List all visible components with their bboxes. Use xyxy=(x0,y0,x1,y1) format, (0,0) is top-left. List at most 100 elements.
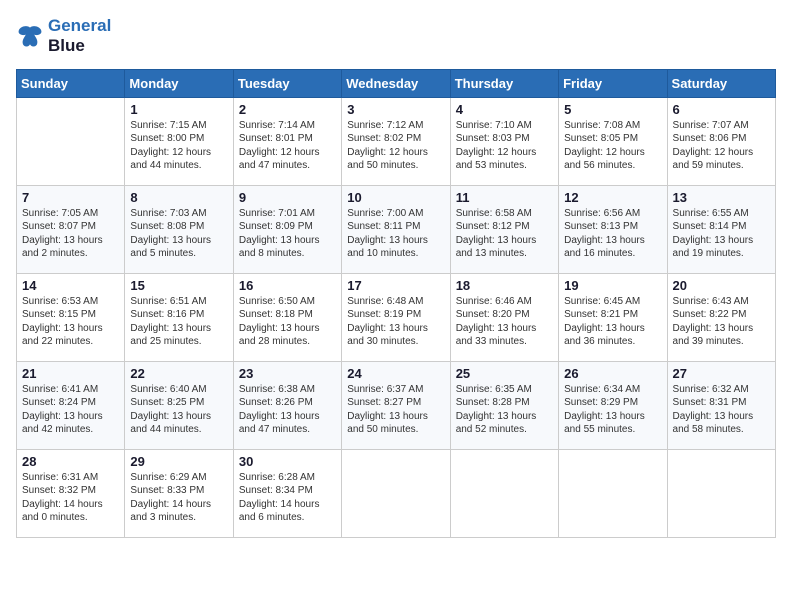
day-number: 7 xyxy=(22,190,119,205)
calendar-cell: 6Sunrise: 7:07 AMSunset: 8:06 PMDaylight… xyxy=(667,97,775,185)
day-info: Sunrise: 6:34 AMSunset: 8:29 PMDaylight:… xyxy=(564,383,661,437)
day-number: 17 xyxy=(347,278,444,293)
calendar-cell: 7 Sunrise: 7:05 AMSunset: 8:07 PMDaylight… xyxy=(17,185,125,273)
calendar-cell: 23 Sunrise: 6:38 AMSunset: 8:26 PMDayligh… xyxy=(233,361,341,449)
calendar-cell xyxy=(450,449,558,537)
calendar-cell: 30 Sunrise: 6:28 AMSunset: 8:34 PMDayligh… xyxy=(233,449,341,537)
calendar-cell xyxy=(559,449,667,537)
calendar-cell: 1 Sunrise: 7:15 AMSunset: 8:00 PMDaylight… xyxy=(125,97,233,185)
calendar-cell: 10 Sunrise: 7:00 AMSunset: 8:11 PMDayligh… xyxy=(342,185,450,273)
day-info: Sunrise: 7:05 AMSunset: 8:07 PMDaylight:… xyxy=(22,207,119,261)
calendar-cell: 24Sunrise: 6:37 AMSunset: 8:27 PMDayligh… xyxy=(342,361,450,449)
day-info: Sunrise: 7:08 AMSunset: 8:05 PMDaylight:… xyxy=(564,119,661,173)
day-info: Sunrise: 6:53 AMSunset: 8:15 PMDaylight:… xyxy=(22,295,119,349)
day-info: Sunrise: 6:48 AMSunset: 8:19 PMDaylight:… xyxy=(347,295,444,349)
day-info: Sunrise: 6:40 AMSunset: 8:25 PMDaylight:… xyxy=(130,383,227,437)
day-number: 13 xyxy=(673,190,770,205)
day-info: Sunrise: 6:46 AMSunset: 8:20 PMDaylight:… xyxy=(456,295,553,349)
calendar-week-row: 14 Sunrise: 6:53 AMSunset: 8:15 PMDayligh… xyxy=(17,273,776,361)
day-number: 23 xyxy=(239,366,336,381)
calendar-cell: 22Sunrise: 6:40 AMSunset: 8:25 PMDayligh… xyxy=(125,361,233,449)
day-info: Sunrise: 7:03 AMSunset: 8:08 PMDaylight:… xyxy=(130,207,227,261)
day-number: 26 xyxy=(564,366,661,381)
logo-blue: Blue xyxy=(48,36,111,56)
col-header-sunday: Sunday xyxy=(17,69,125,97)
col-header-wednesday: Wednesday xyxy=(342,69,450,97)
day-number: 21 xyxy=(22,366,119,381)
day-number: 6 xyxy=(673,102,770,117)
calendar-cell: 4Sunrise: 7:10 AMSunset: 8:03 PMDaylight… xyxy=(450,97,558,185)
calendar-cell: 9 Sunrise: 7:01 AMSunset: 8:09 PMDaylight… xyxy=(233,185,341,273)
calendar-cell xyxy=(17,97,125,185)
day-info: Sunrise: 6:41 AMSunset: 8:24 PMDaylight:… xyxy=(22,383,119,437)
calendar-cell: 14 Sunrise: 6:53 AMSunset: 8:15 PMDayligh… xyxy=(17,273,125,361)
calendar-header-row: SundayMondayTuesdayWednesdayThursdayFrid… xyxy=(17,69,776,97)
day-number: 12 xyxy=(564,190,661,205)
calendar-cell: 18 Sunrise: 6:46 AMSunset: 8:20 PMDayligh… xyxy=(450,273,558,361)
day-number: 25 xyxy=(456,366,553,381)
day-info: Sunrise: 7:01 AMSunset: 8:09 PMDaylight:… xyxy=(239,207,336,261)
day-number: 20 xyxy=(673,278,770,293)
day-info: Sunrise: 7:15 AMSunset: 8:00 PMDaylight:… xyxy=(130,119,227,173)
calendar-week-row: 28Sunrise: 6:31 AMSunset: 8:32 PMDayligh… xyxy=(17,449,776,537)
calendar-cell: 25Sunrise: 6:35 AMSunset: 8:28 PMDayligh… xyxy=(450,361,558,449)
day-number: 14 xyxy=(22,278,119,293)
calendar-cell: 2 Sunrise: 7:14 AMSunset: 8:01 PMDaylight… xyxy=(233,97,341,185)
col-header-saturday: Saturday xyxy=(667,69,775,97)
logo-text: General Blue xyxy=(48,16,111,57)
calendar-week-row: 7 Sunrise: 7:05 AMSunset: 8:07 PMDaylight… xyxy=(17,185,776,273)
day-number: 10 xyxy=(347,190,444,205)
day-info: Sunrise: 6:38 AMSunset: 8:26 PMDaylight:… xyxy=(239,383,336,437)
calendar-cell: 27 Sunrise: 6:32 AMSunset: 8:31 PMDayligh… xyxy=(667,361,775,449)
day-number: 18 xyxy=(456,278,553,293)
calendar-cell: 21 Sunrise: 6:41 AMSunset: 8:24 PMDayligh… xyxy=(17,361,125,449)
col-header-thursday: Thursday xyxy=(450,69,558,97)
calendar-cell: 17 Sunrise: 6:48 AMSunset: 8:19 PMDayligh… xyxy=(342,273,450,361)
calendar-cell: 28Sunrise: 6:31 AMSunset: 8:32 PMDayligh… xyxy=(17,449,125,537)
day-number: 5 xyxy=(564,102,661,117)
calendar-cell: 3Sunrise: 7:12 AMSunset: 8:02 PMDaylight… xyxy=(342,97,450,185)
logo-general: General xyxy=(48,16,111,35)
day-info: Sunrise: 6:51 AMSunset: 8:16 PMDaylight:… xyxy=(130,295,227,349)
calendar-cell: 8Sunrise: 7:03 AMSunset: 8:08 PMDaylight… xyxy=(125,185,233,273)
day-number: 27 xyxy=(673,366,770,381)
logo-bird-icon xyxy=(16,22,44,50)
col-header-tuesday: Tuesday xyxy=(233,69,341,97)
day-info: Sunrise: 6:28 AMSunset: 8:34 PMDaylight:… xyxy=(239,471,336,525)
calendar-cell: 11 Sunrise: 6:58 AMSunset: 8:12 PMDayligh… xyxy=(450,185,558,273)
calendar-cell: 15 Sunrise: 6:51 AMSunset: 8:16 PMDayligh… xyxy=(125,273,233,361)
day-number: 1 xyxy=(130,102,227,117)
day-info: Sunrise: 6:29 AMSunset: 8:33 PMDaylight:… xyxy=(130,471,227,525)
day-number: 2 xyxy=(239,102,336,117)
day-info: Sunrise: 7:14 AMSunset: 8:01 PMDaylight:… xyxy=(239,119,336,173)
logo: General Blue xyxy=(16,16,111,57)
calendar-table: SundayMondayTuesdayWednesdayThursdayFrid… xyxy=(16,69,776,538)
calendar-cell: 19 Sunrise: 6:45 AMSunset: 8:21 PMDayligh… xyxy=(559,273,667,361)
day-info: Sunrise: 6:45 AMSunset: 8:21 PMDaylight:… xyxy=(564,295,661,349)
day-info: Sunrise: 6:56 AMSunset: 8:13 PMDaylight:… xyxy=(564,207,661,261)
day-info: Sunrise: 7:00 AMSunset: 8:11 PMDaylight:… xyxy=(347,207,444,261)
calendar-cell: 26 Sunrise: 6:34 AMSunset: 8:29 PMDayligh… xyxy=(559,361,667,449)
day-number: 19 xyxy=(564,278,661,293)
day-info: Sunrise: 6:55 AMSunset: 8:14 PMDaylight:… xyxy=(673,207,770,261)
calendar-week-row: 1 Sunrise: 7:15 AMSunset: 8:00 PMDaylight… xyxy=(17,97,776,185)
calendar-cell: 12 Sunrise: 6:56 AMSunset: 8:13 PMDayligh… xyxy=(559,185,667,273)
day-number: 4 xyxy=(456,102,553,117)
day-number: 9 xyxy=(239,190,336,205)
col-header-monday: Monday xyxy=(125,69,233,97)
day-number: 15 xyxy=(130,278,227,293)
col-header-friday: Friday xyxy=(559,69,667,97)
day-info: Sunrise: 6:50 AMSunset: 8:18 PMDaylight:… xyxy=(239,295,336,349)
day-number: 24 xyxy=(347,366,444,381)
day-number: 30 xyxy=(239,454,336,469)
day-info: Sunrise: 6:32 AMSunset: 8:31 PMDaylight:… xyxy=(673,383,770,437)
day-number: 28 xyxy=(22,454,119,469)
day-number: 11 xyxy=(456,190,553,205)
day-number: 29 xyxy=(130,454,227,469)
calendar-cell: 5 Sunrise: 7:08 AMSunset: 8:05 PMDaylight… xyxy=(559,97,667,185)
day-info: Sunrise: 6:43 AMSunset: 8:22 PMDaylight:… xyxy=(673,295,770,349)
day-info: Sunrise: 6:58 AMSunset: 8:12 PMDaylight:… xyxy=(456,207,553,261)
calendar-week-row: 21 Sunrise: 6:41 AMSunset: 8:24 PMDayligh… xyxy=(17,361,776,449)
header: General Blue xyxy=(16,16,776,57)
calendar-cell xyxy=(342,449,450,537)
